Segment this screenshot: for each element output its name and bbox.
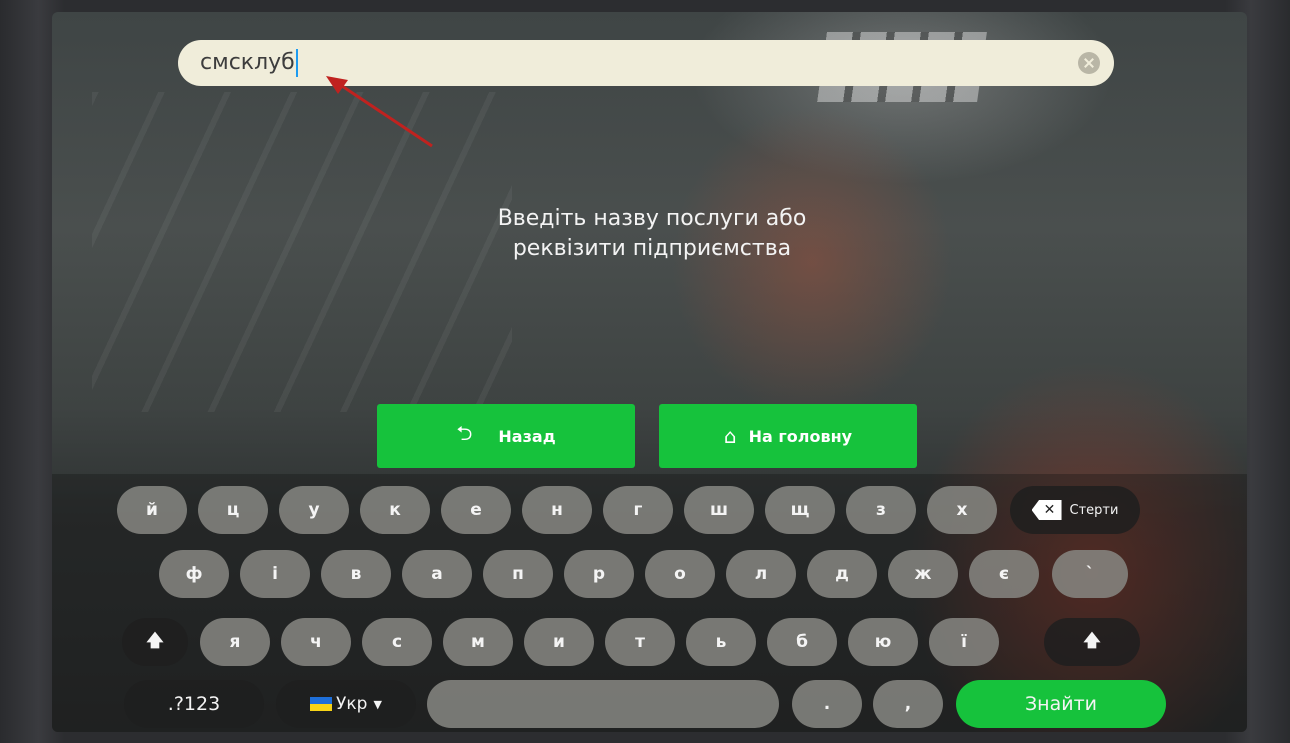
ukraine-flag-icon <box>310 697 333 711</box>
key[interactable]: ї <box>929 618 999 666</box>
key[interactable]: х <box>927 486 997 534</box>
instruction-text: Введіть назву послуги або реквізити підп… <box>392 204 912 264</box>
key[interactable]: п <box>483 550 553 598</box>
backspace-icon: ✕ <box>1031 500 1062 520</box>
space-key[interactable] <box>427 680 779 728</box>
annotation-arrow-icon <box>326 76 433 148</box>
shift-arrow-icon: 🡅 <box>1083 630 1101 651</box>
search-submit-button[interactable]: Знайти <box>956 680 1166 728</box>
key[interactable]: о <box>645 550 715 598</box>
dot-key[interactable]: . <box>792 680 862 728</box>
key[interactable]: є <box>969 550 1039 598</box>
search-input[interactable]: смсклуб <box>178 40 1114 86</box>
comma-key[interactable]: , <box>873 680 943 728</box>
key[interactable]: ь <box>686 618 756 666</box>
symbols-key[interactable]: .?123 <box>124 680 264 728</box>
home-button[interactable]: ⌂ На головну <box>659 404 917 468</box>
key[interactable]: е <box>441 486 511 534</box>
key[interactable]: м <box>443 618 513 666</box>
kiosk-screen: смсклуб Введіть назву послуги або реквіз… <box>52 12 1247 732</box>
home-icon: ⌂ <box>723 424 737 448</box>
text-cursor <box>295 49 298 77</box>
language-key[interactable]: Укр ▼ <box>276 680 416 728</box>
shift-arrow-icon: 🡅 <box>146 630 164 651</box>
key[interactable]: і <box>240 550 310 598</box>
backspace-label: Стерти <box>1069 502 1119 518</box>
key[interactable]: и <box>524 618 594 666</box>
key[interactable]: ж <box>888 550 958 598</box>
key[interactable]: н <box>522 486 592 534</box>
key[interactable]: ц <box>198 486 268 534</box>
back-button-label: Назад <box>498 426 556 446</box>
instruction-line-1: Введіть назву послуги або <box>497 206 807 231</box>
language-label: Укр <box>336 694 368 714</box>
key[interactable]: я <box>200 618 270 666</box>
chevron-down-icon: ▼ <box>373 697 382 711</box>
key[interactable]: р <box>564 550 634 598</box>
shift-key-left[interactable]: 🡅 <box>122 618 188 666</box>
key[interactable]: ` <box>1052 550 1128 598</box>
key[interactable]: л <box>726 550 796 598</box>
home-button-label: На головну <box>748 426 853 446</box>
clear-search-icon[interactable] <box>1078 52 1100 74</box>
key[interactable]: а <box>402 550 472 598</box>
key[interactable]: ч <box>281 618 351 666</box>
shift-key-right[interactable]: 🡅 <box>1044 618 1140 666</box>
key[interactable]: й <box>117 486 187 534</box>
key[interactable]: т <box>605 618 675 666</box>
key[interactable]: у <box>279 486 349 534</box>
key[interactable]: г <box>603 486 673 534</box>
key[interactable]: ю <box>848 618 918 666</box>
key[interactable]: з <box>846 486 916 534</box>
back-button[interactable]: ⮌ Назад <box>377 404 635 468</box>
instruction-line-2: реквізити підприємства <box>512 236 792 261</box>
key[interactable]: с <box>362 618 432 666</box>
search-input-value: смсклуб <box>200 49 298 77</box>
key[interactable]: ш <box>684 486 754 534</box>
undo-arrow-icon: ⮌ <box>456 421 473 445</box>
key[interactable]: д <box>807 550 877 598</box>
key[interactable]: к <box>360 486 430 534</box>
key[interactable]: ф <box>159 550 229 598</box>
key[interactable]: в <box>321 550 391 598</box>
backspace-key[interactable]: ✕ Стерти <box>1010 486 1140 534</box>
key[interactable]: щ <box>765 486 835 534</box>
key[interactable]: б <box>767 618 837 666</box>
